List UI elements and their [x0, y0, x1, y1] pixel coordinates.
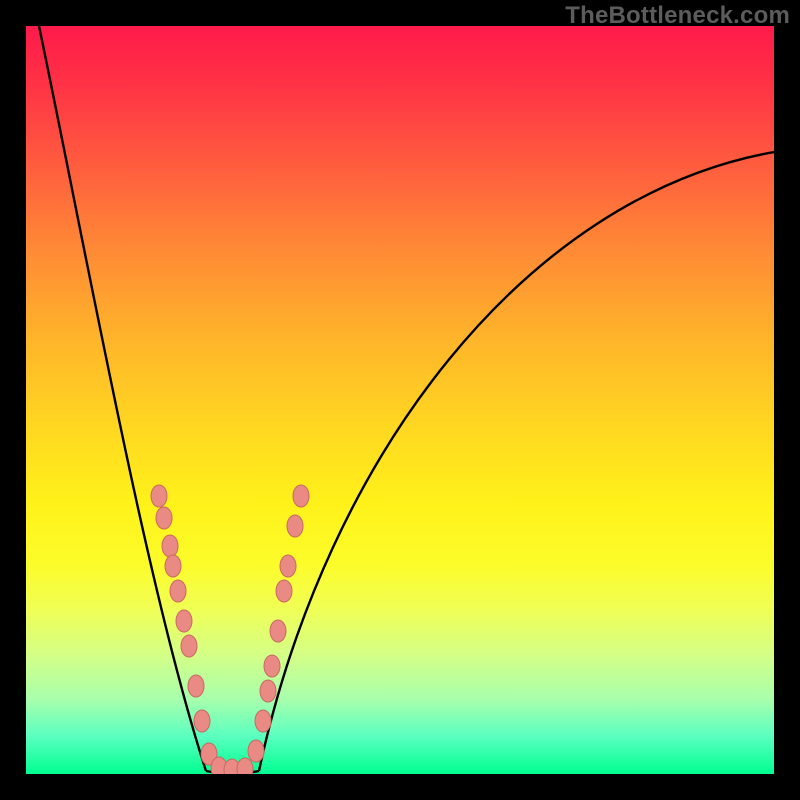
data-marker — [188, 675, 204, 697]
data-marker — [181, 635, 197, 657]
data-marker — [237, 758, 253, 774]
data-marker — [248, 740, 264, 762]
curve-right — [259, 152, 774, 771]
data-marker — [287, 515, 303, 537]
data-marker — [276, 580, 292, 602]
curve-layer — [26, 26, 774, 774]
data-marker — [293, 485, 309, 507]
data-marker — [264, 655, 280, 677]
data-marker — [260, 680, 276, 702]
data-marker — [170, 580, 186, 602]
data-marker — [151, 485, 167, 507]
curve-left — [39, 26, 206, 771]
data-marker — [156, 507, 172, 529]
plot-area — [26, 26, 774, 774]
chart-frame: TheBottleneck.com — [0, 0, 800, 800]
watermark-text: TheBottleneck.com — [565, 2, 790, 30]
data-marker — [270, 620, 286, 642]
data-marker — [165, 555, 181, 577]
data-marker — [194, 710, 210, 732]
marker-group — [151, 485, 309, 774]
data-marker — [162, 535, 178, 557]
data-marker — [280, 555, 296, 577]
data-marker — [176, 610, 192, 632]
data-marker — [255, 710, 271, 732]
